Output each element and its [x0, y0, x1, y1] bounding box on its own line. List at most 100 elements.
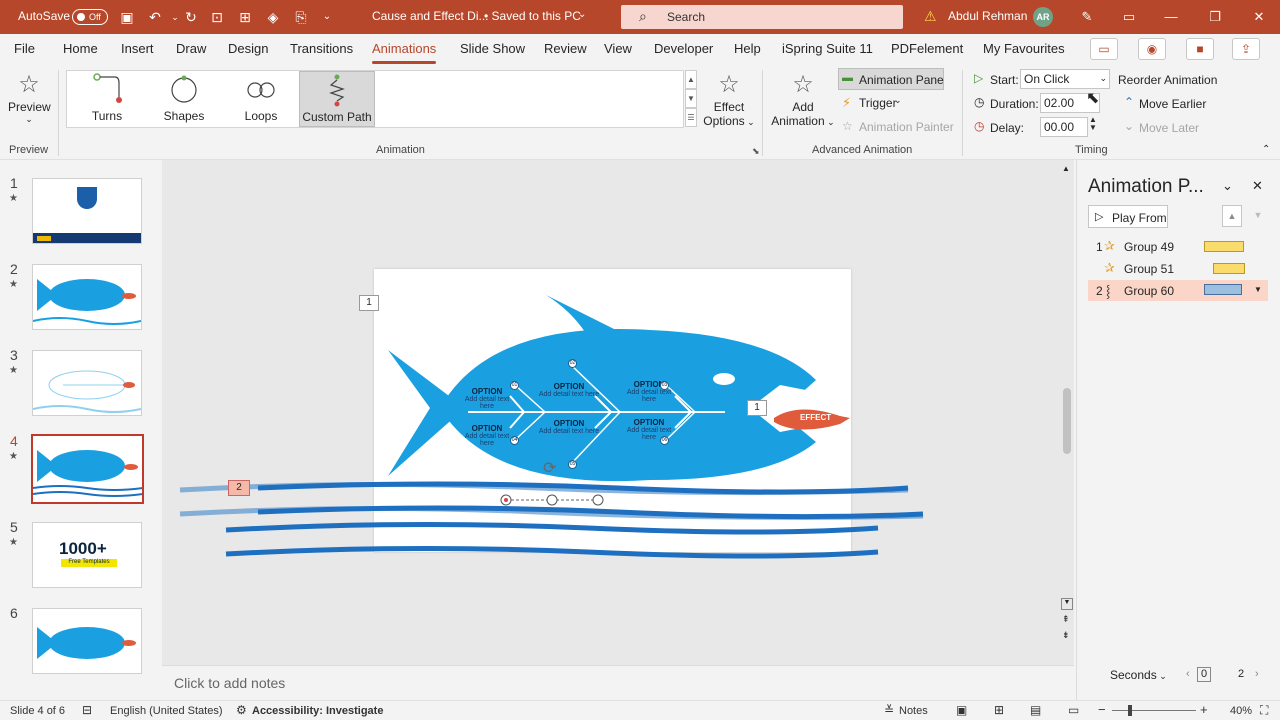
avatar[interactable]: AR: [1033, 7, 1053, 27]
tab-slide-show[interactable]: Slide Show: [460, 41, 525, 56]
dialog-launcher-icon[interactable]: ⬊: [752, 146, 760, 157]
accessibility-icon[interactable]: ⚙: [236, 703, 247, 717]
wave-group[interactable]: [178, 474, 928, 560]
play-from-button[interactable]: ▷ Play From: [1088, 205, 1168, 228]
tab-home[interactable]: Home: [63, 41, 98, 56]
slide-thumbnail-3[interactable]: [32, 350, 142, 416]
gallery-item-custom-path[interactable]: Custom Path: [299, 71, 375, 127]
pane-options-icon[interactable]: ⌄: [1222, 178, 1233, 194]
zoom-in-icon[interactable]: +: [1200, 702, 1208, 717]
restore-icon[interactable]: ❐: [1204, 6, 1226, 28]
editor-scrollbar[interactable]: ▲ ▼ ⇞ ⇟: [1060, 162, 1074, 662]
spelling-icon[interactable]: ⊟: [82, 703, 92, 717]
gallery-item-loops[interactable]: Loops: [223, 71, 299, 127]
tab-view[interactable]: View: [604, 41, 632, 56]
option-box[interactable]: OPTION Add detail text here: [620, 380, 678, 403]
effect-options-button[interactable]: ☆ Effect Options ⌄: [703, 70, 755, 142]
tab-my-favourites[interactable]: My Favourites: [983, 41, 1065, 56]
minimize-icon[interactable]: —: [1160, 6, 1182, 28]
animation-item[interactable]: ✰ Group 51: [1088, 259, 1268, 279]
next-slide-icon[interactable]: ⇟: [1062, 630, 1070, 641]
tab-file[interactable]: File: [14, 41, 35, 56]
title-dropdown-icon[interactable]: ⌄: [578, 9, 586, 20]
option-box[interactable]: OPTION Add detail text here: [620, 418, 678, 441]
animation-painter-button[interactable]: Animation Painter: [859, 120, 954, 134]
animation-tag-selected[interactable]: 2: [228, 480, 250, 496]
slide-thumbnail-5[interactable]: 1000+ Free Templates: [32, 522, 142, 588]
delay-spinner-icon[interactable]: ▲ ▼: [1089, 116, 1097, 132]
timeline-right-icon[interactable]: ›: [1255, 668, 1259, 680]
pen-icon[interactable]: ✎: [1076, 6, 1098, 28]
tab-insert[interactable]: Insert: [121, 41, 154, 56]
option-box[interactable]: OPTION Add detail text here: [458, 387, 516, 410]
move-later-button[interactable]: Move Later: [1139, 121, 1199, 135]
fit-slide-icon[interactable]: ⛶: [1260, 703, 1268, 718]
option-box[interactable]: OPTION Add detail text here: [538, 382, 600, 398]
redo-icon[interactable]: ↻: [182, 8, 200, 26]
shapes-icon[interactable]: ◈: [264, 8, 282, 26]
scroll-down-icon[interactable]: ▼: [1061, 598, 1073, 610]
close-pane-icon[interactable]: ✕: [1252, 178, 1263, 194]
start-select[interactable]: On Click ⌄: [1020, 69, 1110, 89]
save-icon[interactable]: ▣: [118, 8, 136, 26]
undo-icon[interactable]: ↶: [146, 8, 164, 26]
slide-thumbnail-2[interactable]: [32, 264, 142, 330]
tab-animations[interactable]: Animations: [372, 41, 437, 64]
tab-review[interactable]: Review: [544, 41, 587, 56]
slide-info[interactable]: Slide 4 of 6: [10, 705, 65, 717]
animation-item-selected[interactable]: 2 ⸾ Group 60 ▼: [1088, 280, 1268, 301]
slide-thumbnail-1[interactable]: [32, 178, 142, 244]
ribbon-display-icon[interactable]: ▭: [1118, 6, 1140, 28]
move-earlier-button[interactable]: Move Earlier: [1139, 97, 1206, 111]
tab-pdfelement[interactable]: PDFelement: [891, 41, 963, 56]
search-box[interactable]: ⌕ Search: [621, 5, 903, 29]
normal-view-icon[interactable]: ▣: [956, 703, 967, 717]
gallery-down-icon[interactable]: ▼: [685, 89, 697, 108]
reading-view-icon[interactable]: ▤: [1030, 703, 1041, 717]
collapse-ribbon-icon[interactable]: ⌃: [1262, 144, 1270, 155]
customize-toolbar-icon[interactable]: ⌄: [318, 8, 336, 26]
add-animation-button[interactable]: ☆ Add Animation ⌄: [770, 70, 836, 142]
gallery-item-shapes[interactable]: Shapes: [146, 71, 222, 127]
scroll-thumb[interactable]: [1063, 388, 1071, 454]
rotate-handle-icon[interactable]: ⟳: [543, 458, 556, 478]
preview-button[interactable]: ☆ Preview ⌄: [8, 70, 51, 136]
pdf-icon[interactable]: ⎘: [292, 8, 310, 26]
document-title[interactable]: Cause and Effect Di...: [372, 9, 489, 23]
accessibility-status[interactable]: Accessibility: Investigate: [252, 705, 383, 717]
zoom-slider[interactable]: [1112, 710, 1196, 711]
move-down-icon[interactable]: ▼: [1248, 205, 1268, 227]
teams-icon[interactable]: ■: [1186, 38, 1214, 60]
delay-input[interactable]: 00.00: [1040, 117, 1088, 137]
record-icon[interactable]: ◉: [1138, 38, 1166, 60]
tab-help[interactable]: Help: [734, 41, 761, 56]
warning-icon[interactable]: ⚠: [924, 8, 937, 25]
zoom-out-icon[interactable]: −: [1098, 702, 1106, 717]
animation-item[interactable]: 1 ✰ Group 49: [1088, 237, 1268, 257]
option-box[interactable]: OPTION Add detail text here: [538, 419, 600, 435]
option-box[interactable]: OPTION Add detail text here: [458, 424, 516, 447]
slide-thumbnail-6[interactable]: [32, 608, 142, 674]
notes-area[interactable]: Click to add notes: [162, 665, 1074, 699]
scroll-up-icon[interactable]: ▲: [1062, 164, 1070, 173]
animation-tag[interactable]: 1: [359, 295, 379, 311]
slideshow-icon[interactable]: ▭: [1068, 703, 1079, 717]
previous-slide-icon[interactable]: ⇞: [1062, 614, 1070, 625]
present-icon[interactable]: ⊡: [208, 8, 226, 26]
tab-draw[interactable]: Draw: [176, 41, 206, 56]
language[interactable]: English (United States): [110, 705, 223, 717]
gallery-up-icon[interactable]: ▲: [685, 70, 697, 89]
share-icon[interactable]: ⇪: [1232, 38, 1260, 60]
animation-tag[interactable]: 1: [747, 400, 767, 416]
move-up-icon[interactable]: ▲: [1222, 205, 1242, 227]
timeline-left-icon[interactable]: ‹: [1186, 668, 1190, 680]
seconds-dropdown[interactable]: Seconds ⌄: [1110, 668, 1167, 682]
autosave-toggle[interactable]: Off: [72, 9, 108, 25]
new-slide-icon[interactable]: ⊞: [236, 8, 254, 26]
trigger-button[interactable]: Trigger: [859, 96, 897, 110]
slide-sorter-icon[interactable]: ⊞: [994, 703, 1004, 717]
tab-ispring[interactable]: iSpring Suite 11: [782, 41, 873, 56]
close-icon[interactable]: ✕: [1248, 6, 1270, 28]
tab-developer[interactable]: Developer: [654, 41, 713, 56]
zoom-slider-thumb[interactable]: [1128, 705, 1132, 716]
